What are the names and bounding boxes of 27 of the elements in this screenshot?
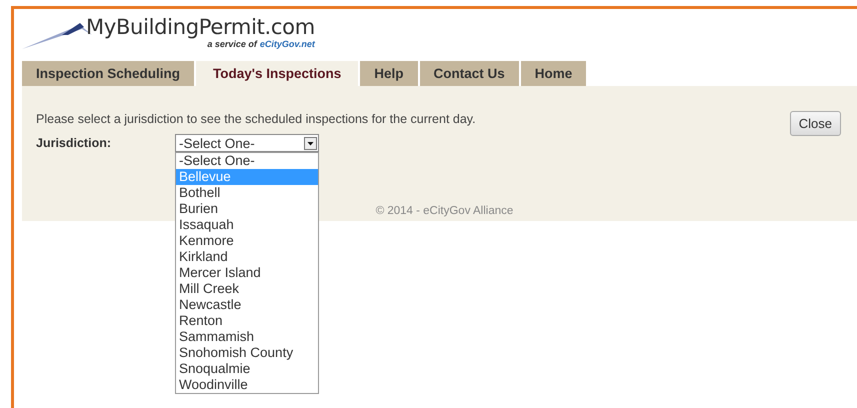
dropdown-option[interactable]: -Select One- [176,153,318,169]
dropdown-option[interactable]: Burien [176,201,318,217]
dropdown-option[interactable]: Kenmore [176,233,318,249]
logo-tagline: a service of [207,39,257,49]
dropdown-option[interactable]: Issaquah [176,217,318,233]
copyright-text: © 2014 - eCityGov Alliance [376,205,514,217]
nav-tab[interactable]: Home [520,61,586,86]
dropdown-option[interactable]: Snoqualmie [176,361,318,377]
logo-link[interactable]: eCityGov.net [260,39,315,49]
dropdown-option[interactable]: Bothell [176,185,318,201]
instruction-text: Please select a jurisdiction to see the scheduled inspections for the current day. [36,112,476,126]
logo-title: MyBuildingPermit.com [86,15,315,39]
nav-tab[interactable]: Contact Us [420,61,519,86]
close-button[interactable]: Close [790,111,841,136]
dropdown-option[interactable]: Renton [176,313,318,329]
dropdown-option[interactable]: Snohomish County [176,345,318,361]
dropdown-option[interactable]: Newcastle [176,297,318,313]
jurisdiction-label: Jurisdiction: [36,136,112,150]
jurisdiction-select[interactable]: -Select One- [175,134,319,152]
dropdown-option[interactable]: Mercer Island [176,265,318,281]
dropdown-option[interactable]: Kirkland [176,249,318,265]
dropdown-option[interactable]: Woodinville [176,377,318,393]
dropdown-option[interactable]: Sammamish [176,329,318,345]
nav-tab[interactable]: Inspection Scheduling [22,61,194,86]
dropdown-option[interactable]: Mill Creek [176,281,318,297]
nav-tab[interactable]: Today's Inspections [196,61,358,86]
nav-tab[interactable]: Help [360,61,418,86]
